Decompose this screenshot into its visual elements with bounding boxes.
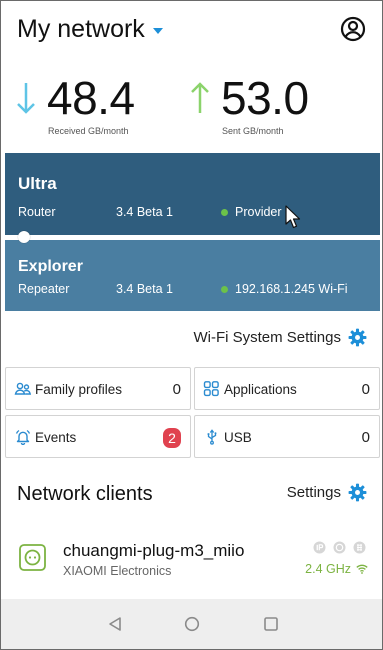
mouse-cursor-icon	[285, 205, 301, 229]
recents-square-icon[interactable]	[263, 616, 279, 632]
tile-usb[interactable]: USB 0	[194, 415, 380, 458]
bell-icon	[15, 429, 31, 445]
device-status-text: 192.168.1.245 Wi-Fi	[235, 282, 348, 296]
device-card-explorer[interactable]: Explorer Repeater 3.4 Beta 1 192.168.1.2…	[5, 240, 380, 311]
online-status-icon	[221, 285, 228, 293]
header: My network	[17, 15, 368, 45]
topology-connector-handle	[18, 231, 30, 243]
device-role: Repeater	[18, 282, 70, 296]
device-version: 3.4 Beta 1	[116, 282, 173, 296]
gear-icon	[348, 483, 367, 502]
network-clients-settings-link[interactable]: Settings	[287, 483, 367, 502]
tile-count: 0	[361, 429, 370, 446]
device-status: 192.168.1.245 Wi-Fi	[221, 282, 348, 296]
home-circle-icon[interactable]	[184, 616, 200, 632]
received-value: 48.4	[47, 72, 135, 124]
applications-grid-icon	[203, 381, 219, 397]
online-status-icon	[221, 208, 228, 216]
device-name: Ultra	[18, 174, 57, 193]
wifi-signal-icon	[356, 564, 368, 574]
sent-value: 53.0	[221, 72, 309, 124]
tile-label: USB	[224, 430, 252, 445]
account-circle-icon[interactable]	[340, 16, 366, 42]
device-role: Router	[18, 205, 56, 219]
system-navigation-bar	[1, 599, 382, 649]
device-name: Explorer	[18, 258, 83, 275]
wifi-system-settings-link[interactable]: Wi-Fi System Settings	[193, 328, 367, 347]
ip-badge-icon	[313, 541, 326, 554]
network-selector[interactable]: My network	[17, 15, 163, 44]
tile-label: Applications	[224, 382, 297, 397]
gear-icon	[348, 328, 367, 347]
back-triangle-icon[interactable]	[107, 616, 123, 632]
family-profiles-icon	[14, 382, 32, 395]
wifi-system-settings-label: Wi-Fi System Settings	[193, 329, 341, 346]
tile-applications[interactable]: Applications 0	[194, 367, 380, 410]
arrow-down-icon	[17, 83, 35, 114]
client-name: chuangmi-plug-m3_miio	[63, 541, 245, 560]
usb-icon	[207, 429, 217, 445]
sent-label: Sent GB/month	[222, 126, 284, 136]
page-title: My network	[17, 15, 145, 43]
client-band: 2.4 GHz	[305, 562, 368, 576]
smart-plug-icon	[19, 544, 46, 571]
network-clients-settings-label: Settings	[286, 484, 341, 501]
app-screen: My network 48.4 Received GB/month 53.0 S…	[0, 0, 383, 650]
tile-count: 0	[361, 381, 370, 398]
device-status-text: Provider	[235, 205, 282, 219]
device-block-icon	[353, 541, 366, 554]
device-version: 3.4 Beta 1	[116, 205, 173, 219]
chevron-down-icon	[152, 28, 163, 34]
client-band-label: 2.4 GHz	[305, 562, 351, 576]
client-vendor: XIAOMI Electronics	[63, 564, 172, 578]
device-status: Provider	[221, 205, 282, 219]
received-label: Received GB/month	[48, 126, 129, 136]
tile-family-profiles[interactable]: Family profiles 0	[5, 367, 191, 410]
arrow-up-icon	[191, 82, 209, 113]
events-count-badge: 2	[163, 428, 181, 448]
network-clients-title: Network clients	[17, 483, 153, 505]
device-card-ultra[interactable]: Ultra Router 3.4 Beta 1 Provider	[5, 153, 380, 235]
tile-label: Family profiles	[35, 382, 123, 397]
tile-events[interactable]: Events 2	[5, 415, 191, 458]
tile-count: 0	[172, 381, 181, 398]
time-limit-icon	[333, 541, 346, 554]
tile-label: Events	[35, 430, 77, 445]
client-list-item[interactable]: chuangmi-plug-m3_miio XIAOMI Electronics…	[1, 529, 382, 589]
